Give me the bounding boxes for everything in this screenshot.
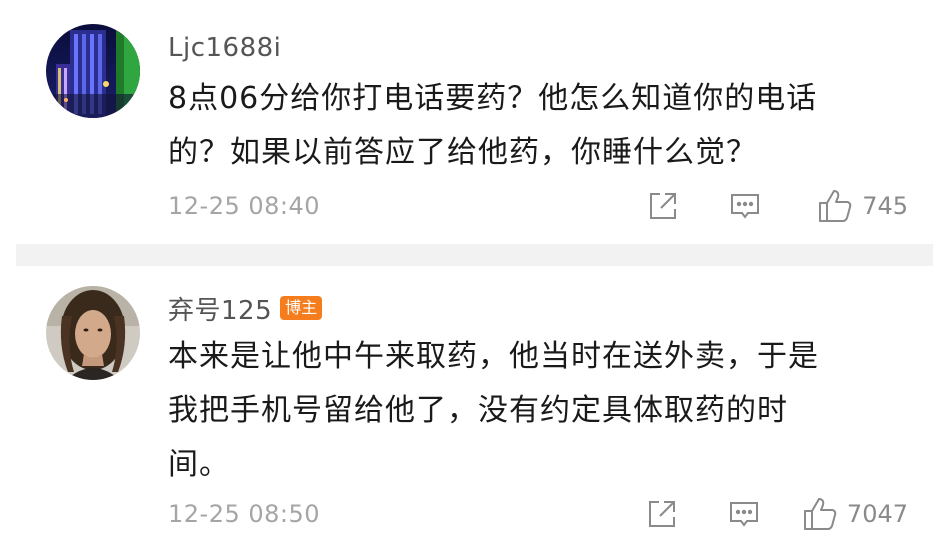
comment-text-line: 8点06分给你打电话要药？他怎么知道你的电话	[168, 81, 818, 116]
like-button[interactable]: 745	[816, 187, 908, 225]
city-night-avatar-icon	[46, 24, 140, 118]
share-icon[interactable]	[646, 189, 680, 223]
comment-actions: 745	[646, 186, 908, 226]
username-row: Ljc1688i	[168, 28, 281, 68]
comment-actions: 7047	[645, 494, 908, 534]
like-count: 745	[862, 192, 908, 220]
comment-text: 本来是让他中午来取药，他当时在送外卖，于是 我把手机号留给他了，没有约定具体取药…	[168, 330, 898, 492]
username[interactable]: Ljc1688i	[168, 33, 281, 63]
comment-text-line: 本来是让他中午来取药，他当时在送外卖，于是	[168, 339, 819, 374]
username[interactable]: 弃号125	[168, 290, 272, 327]
comment-timestamp: 12-25 08:40	[168, 192, 321, 220]
comment-icon[interactable]	[727, 497, 761, 531]
like-button[interactable]: 7047	[801, 495, 908, 533]
comment-text-line: 的？如果以前答应了给他药，你睡什么觉？	[168, 135, 757, 170]
comment-text-line: 间。	[168, 447, 230, 482]
like-count: 7047	[846, 500, 908, 528]
comment-meta: 12-25 08:40 745	[168, 186, 908, 226]
share-icon[interactable]	[645, 497, 679, 531]
thumbs-up-icon	[801, 495, 839, 533]
person-avatar-icon	[46, 286, 140, 380]
comment-text: 8点06分给你打电话要药？他怎么知道你的电话 的？如果以前答应了给他药，你睡什么…	[168, 72, 898, 180]
comment-meta: 12-25 08:50 7047	[168, 494, 908, 534]
comment-text-line: 我把手机号留给他了，没有约定具体取药的时	[168, 393, 788, 428]
comment-divider	[16, 244, 933, 266]
thumbs-up-icon	[816, 187, 854, 225]
comment-icon[interactable]	[728, 189, 762, 223]
comment-timestamp: 12-25 08:50	[168, 500, 321, 528]
author-badge: 博主	[280, 296, 323, 320]
user-avatar[interactable]	[46, 24, 140, 118]
user-avatar[interactable]	[46, 286, 140, 380]
username-row: 弃号125 博主	[168, 288, 323, 328]
